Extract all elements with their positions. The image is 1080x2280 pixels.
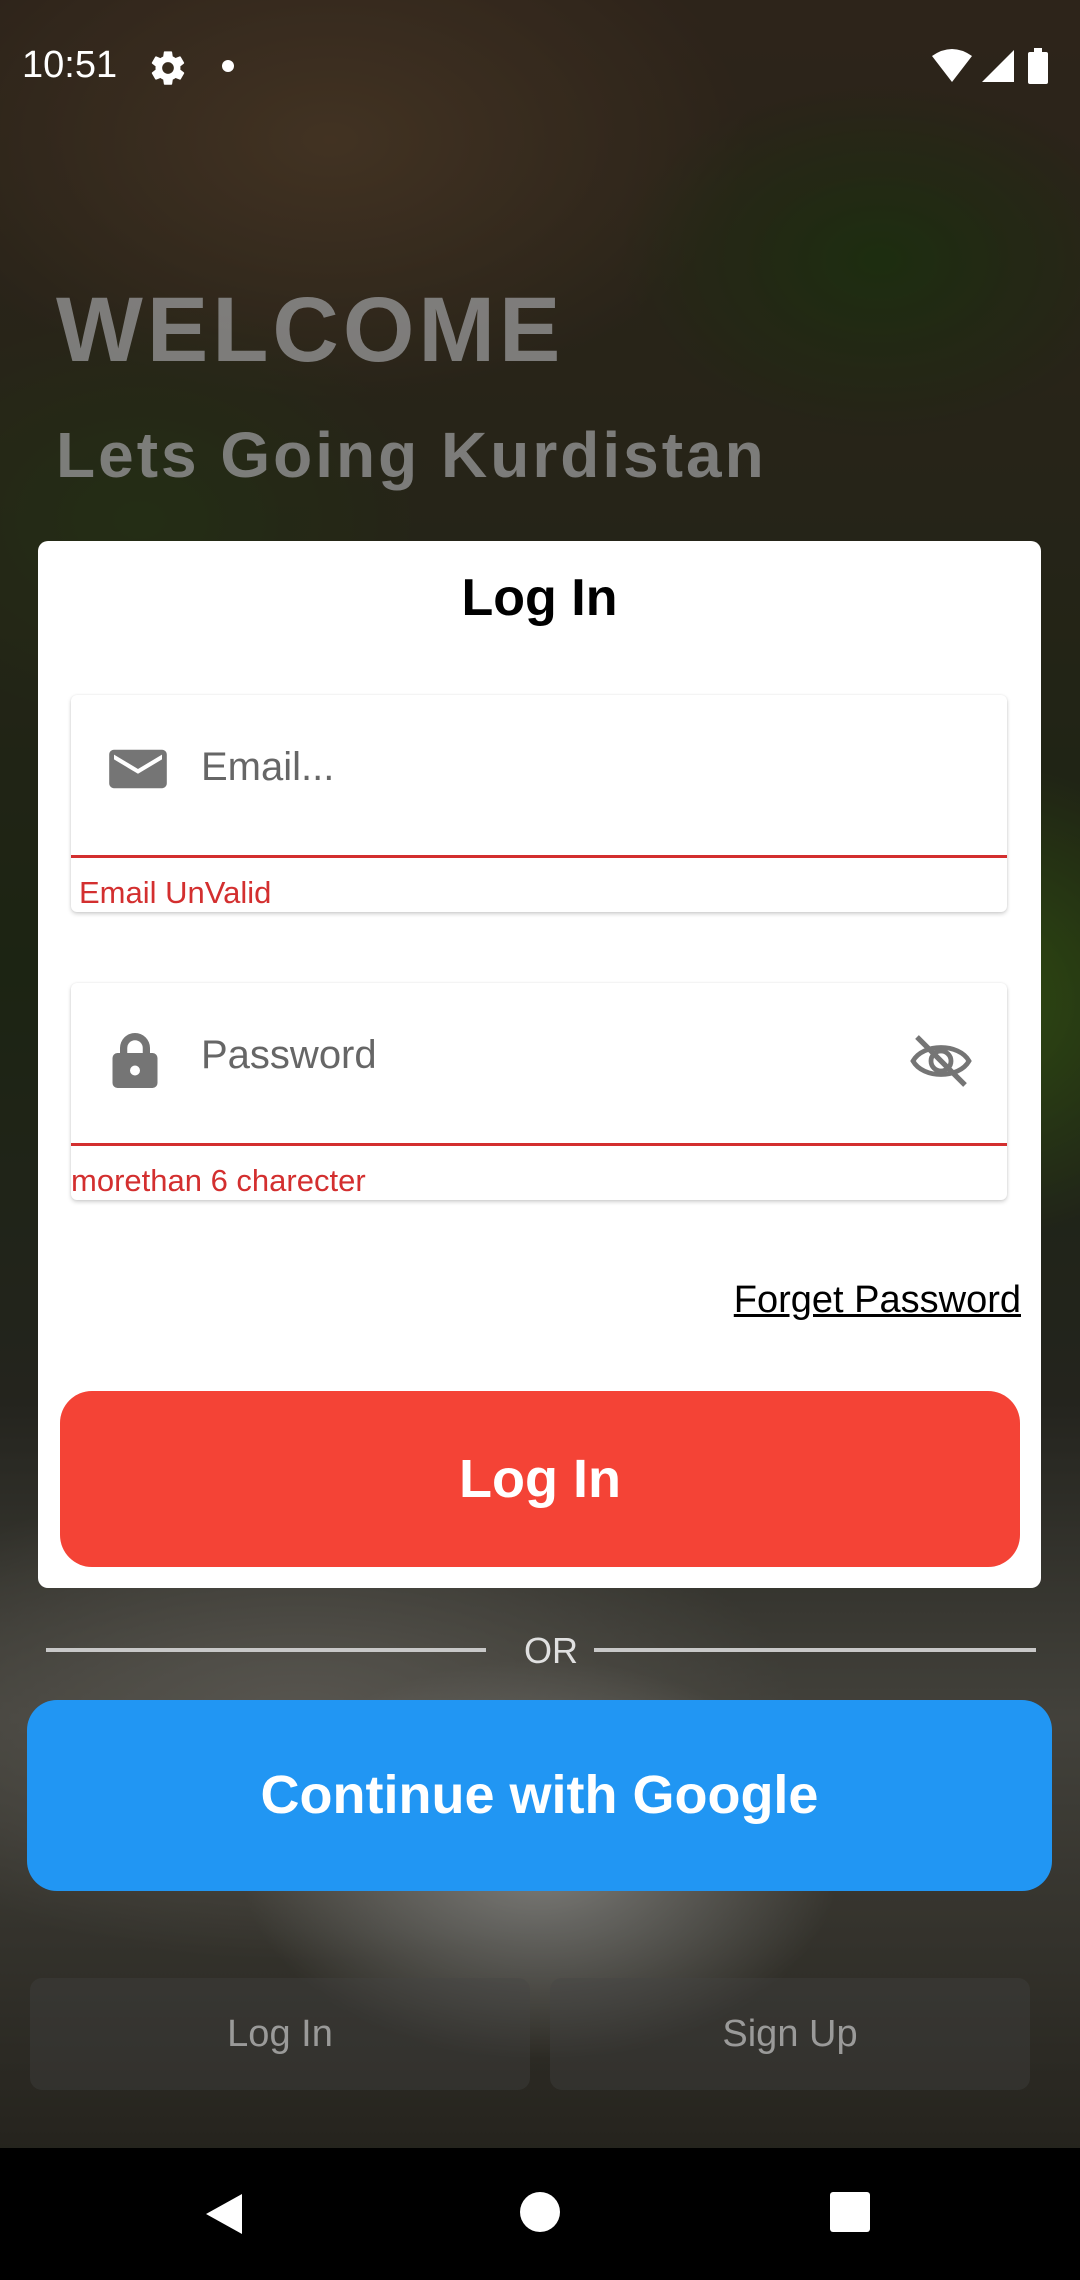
password-input[interactable]: Password <box>201 1033 377 1078</box>
system-icons <box>930 46 1060 91</box>
password-field[interactable]: Password morethan 6 charecter <box>71 983 1007 1200</box>
welcome-title: WELCOME <box>56 279 565 381</box>
status-bar: 10:51 <box>0 0 1080 135</box>
wifi-icon <box>932 49 972 82</box>
signal-icon <box>982 50 1014 82</box>
email-error: Email UnValid <box>79 875 272 910</box>
email-underline <box>71 855 1007 858</box>
recents-icon[interactable] <box>830 2192 870 2232</box>
battery-icon <box>1028 48 1048 84</box>
or-label: OR <box>524 1630 578 1671</box>
password-error: morethan 6 charecter <box>71 1163 366 1198</box>
email-field[interactable]: Email... Email UnValid <box>71 695 1007 912</box>
settings-icon <box>148 48 188 93</box>
card-title: Log In <box>461 569 618 627</box>
email-input[interactable]: Email... <box>201 745 334 790</box>
tab-signup[interactable]: Sign Up <box>550 1978 1030 2090</box>
login-button[interactable]: Log In <box>60 1391 1020 1567</box>
forget-password-link[interactable]: Forget Password <box>734 1279 1021 1322</box>
divider-line-left <box>46 1648 486 1652</box>
navigation-bar <box>0 2148 1080 2280</box>
home-icon[interactable] <box>520 2192 560 2232</box>
divider-line-right <box>594 1648 1036 1652</box>
welcome-subtitle: Lets Going Kurdistan <box>56 419 767 491</box>
back-icon[interactable] <box>202 2192 246 2241</box>
auth-tabs: Log In Sign Up <box>30 1978 1030 2090</box>
google-signin-button[interactable]: Continue with Google <box>27 1700 1052 1891</box>
lock-icon <box>109 1033 161 1098</box>
eye-off-icon[interactable] <box>909 1033 973 1094</box>
password-underline <box>71 1143 1007 1146</box>
envelope-icon <box>109 745 167 798</box>
tab-login[interactable]: Log In <box>30 1978 530 2090</box>
or-divider: OR <box>46 1630 1036 1671</box>
login-card: Log In Email... Email UnValid Password m… <box>38 541 1041 1588</box>
status-time: 10:51 <box>22 44 118 86</box>
notification-dot-icon <box>222 60 234 72</box>
